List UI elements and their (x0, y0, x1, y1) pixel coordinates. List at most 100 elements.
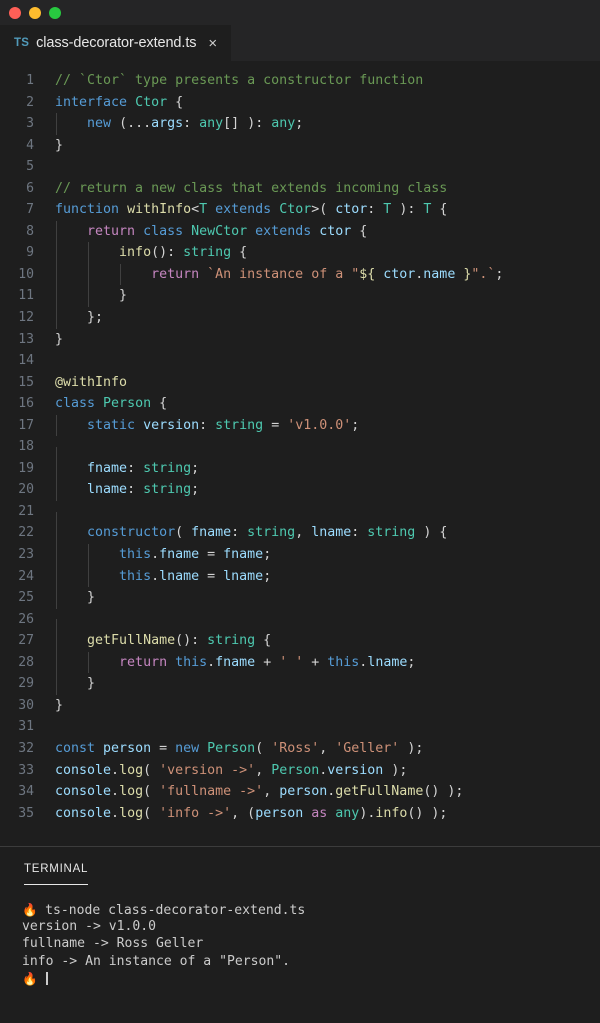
maximize-window-button[interactable] (49, 6, 61, 19)
code-token: ; (407, 654, 416, 670)
indent-guide (55, 544, 57, 566)
indent-guide (87, 651, 89, 674)
code-token: person (103, 740, 160, 756)
line-number: 31 (18, 719, 34, 735)
code-token: @withInfo (55, 374, 128, 390)
line-number: 20 (18, 482, 34, 498)
terminal-text: ts-node class-decorator-extend.ts (45, 903, 306, 918)
code-token: string (143, 482, 192, 498)
code-line: 12 }; (0, 307, 600, 329)
code-token: { (351, 223, 368, 239)
code-line: 24 this.lname = lname; (0, 565, 600, 588)
code-token: Ctor (279, 202, 312, 218)
code-line-content: interface Ctor { (55, 92, 600, 114)
code-token: version (143, 417, 200, 433)
code-token: }; (55, 310, 104, 326)
code-line-content: return class NewCtor extends ctor { (55, 220, 600, 243)
code-line-content: console.log( 'info ->', (person as any).… (55, 803, 600, 825)
line-number: 28 (18, 654, 34, 670)
code-token: ctor (319, 223, 352, 239)
code-token: function (55, 202, 128, 218)
indent-guide (55, 242, 57, 264)
code-token: string (143, 460, 192, 476)
line-number: 30 (18, 697, 34, 713)
line-number: 35 (18, 805, 34, 821)
code-line: 9 info(): string { (0, 242, 600, 264)
indent-guide (119, 263, 121, 286)
close-icon[interactable]: × (206, 34, 219, 53)
code-token: ${ (359, 266, 376, 282)
code-line-content: console.log( 'fullname ->', person.getFu… (55, 781, 600, 803)
code-token: static (87, 417, 144, 433)
line-number: 32 (18, 740, 34, 756)
code-line: 6 // return a new class that extends inco… (0, 178, 600, 200)
line-number: 17 (18, 417, 34, 433)
code-line: 16 class Person { (0, 393, 600, 415)
editor-tab-bar: TS class-decorator-extend.ts × (0, 25, 600, 61)
tab-class-decorator-extend[interactable]: TS class-decorator-extend.ts × (0, 25, 232, 61)
code-token: ); (399, 740, 424, 756)
line-number: 33 (18, 762, 34, 778)
code-token: fname (159, 547, 208, 563)
code-token: (): (175, 633, 208, 649)
line-number: 8 (26, 223, 34, 239)
fire-prompt-icon: 🔥 (22, 970, 46, 986)
indent-guide (87, 544, 89, 566)
editor-window: TS class-decorator-extend.ts × 1 // `Ctor… (0, 0, 600, 1023)
code-token: class (143, 223, 192, 239)
indent-guide (55, 587, 57, 609)
terminal-line: info -> An instance of a "Person". (22, 953, 600, 970)
code-token: log (119, 784, 144, 800)
code-token: : (183, 116, 200, 132)
code-line-content: getFullName(): string { (55, 630, 600, 652)
code-token: , (295, 525, 312, 541)
code-line-content: class Person { (55, 393, 600, 415)
code-token: : (127, 482, 144, 498)
code-token: ctor (375, 266, 416, 282)
terminal-prompt-line[interactable]: 🔥 (22, 970, 600, 987)
code-token: string (247, 525, 296, 541)
code-token: } (55, 331, 64, 347)
line-number: 4 (26, 137, 34, 153)
code-token: = (159, 740, 176, 756)
code-token: lname (159, 568, 208, 584)
tab-terminal[interactable]: TERMINAL (24, 850, 89, 885)
indent-guide (55, 414, 57, 437)
terminal-text: fullname -> Ross Geller (22, 936, 204, 952)
code-line-content: } (55, 329, 600, 351)
terminal-text: info -> An instance of a "Person". (22, 953, 291, 969)
code-token: args (151, 116, 184, 132)
indent-guide (55, 285, 57, 308)
code-token: () ); (423, 784, 464, 800)
indent-guide (87, 263, 89, 286)
code-token: ( (175, 525, 192, 541)
line-number: 10 (18, 266, 34, 282)
code-token: getFullName (335, 784, 424, 800)
code-line-content: return `An instance of a "${ ctor.name }… (55, 263, 600, 286)
code-editor[interactable]: 1 // `Ctor` type presents a constructor f… (0, 61, 600, 846)
terminal-output[interactable]: 🔥 ts-node class-decorator-extend.ts versi… (0, 887, 600, 1023)
line-number: 14 (18, 353, 34, 369)
line-number: 24 (18, 568, 34, 584)
code-line-content: function withInfo<T extends Ctor>( ctor:… (55, 199, 600, 221)
code-token: fname (223, 547, 264, 563)
code-token: . (111, 784, 120, 800)
line-number: 2 (26, 94, 34, 110)
code-token: ; (191, 482, 200, 498)
line-number: 18 (18, 439, 34, 455)
minimize-window-button[interactable] (29, 6, 41, 19)
code-token: info (375, 805, 408, 821)
code-token: this (119, 547, 152, 563)
code-token: // `Ctor` type presents a constructor fu… (55, 73, 424, 88)
code-token: : (199, 417, 216, 433)
code-line: 20 lname: string; (0, 479, 600, 501)
code-token: . (111, 762, 120, 778)
code-token: ( (255, 740, 272, 756)
code-token: 'Ross' (271, 740, 320, 756)
code-token: fname (215, 654, 264, 670)
line-number: 19 (18, 460, 34, 476)
close-window-button[interactable] (9, 6, 21, 19)
